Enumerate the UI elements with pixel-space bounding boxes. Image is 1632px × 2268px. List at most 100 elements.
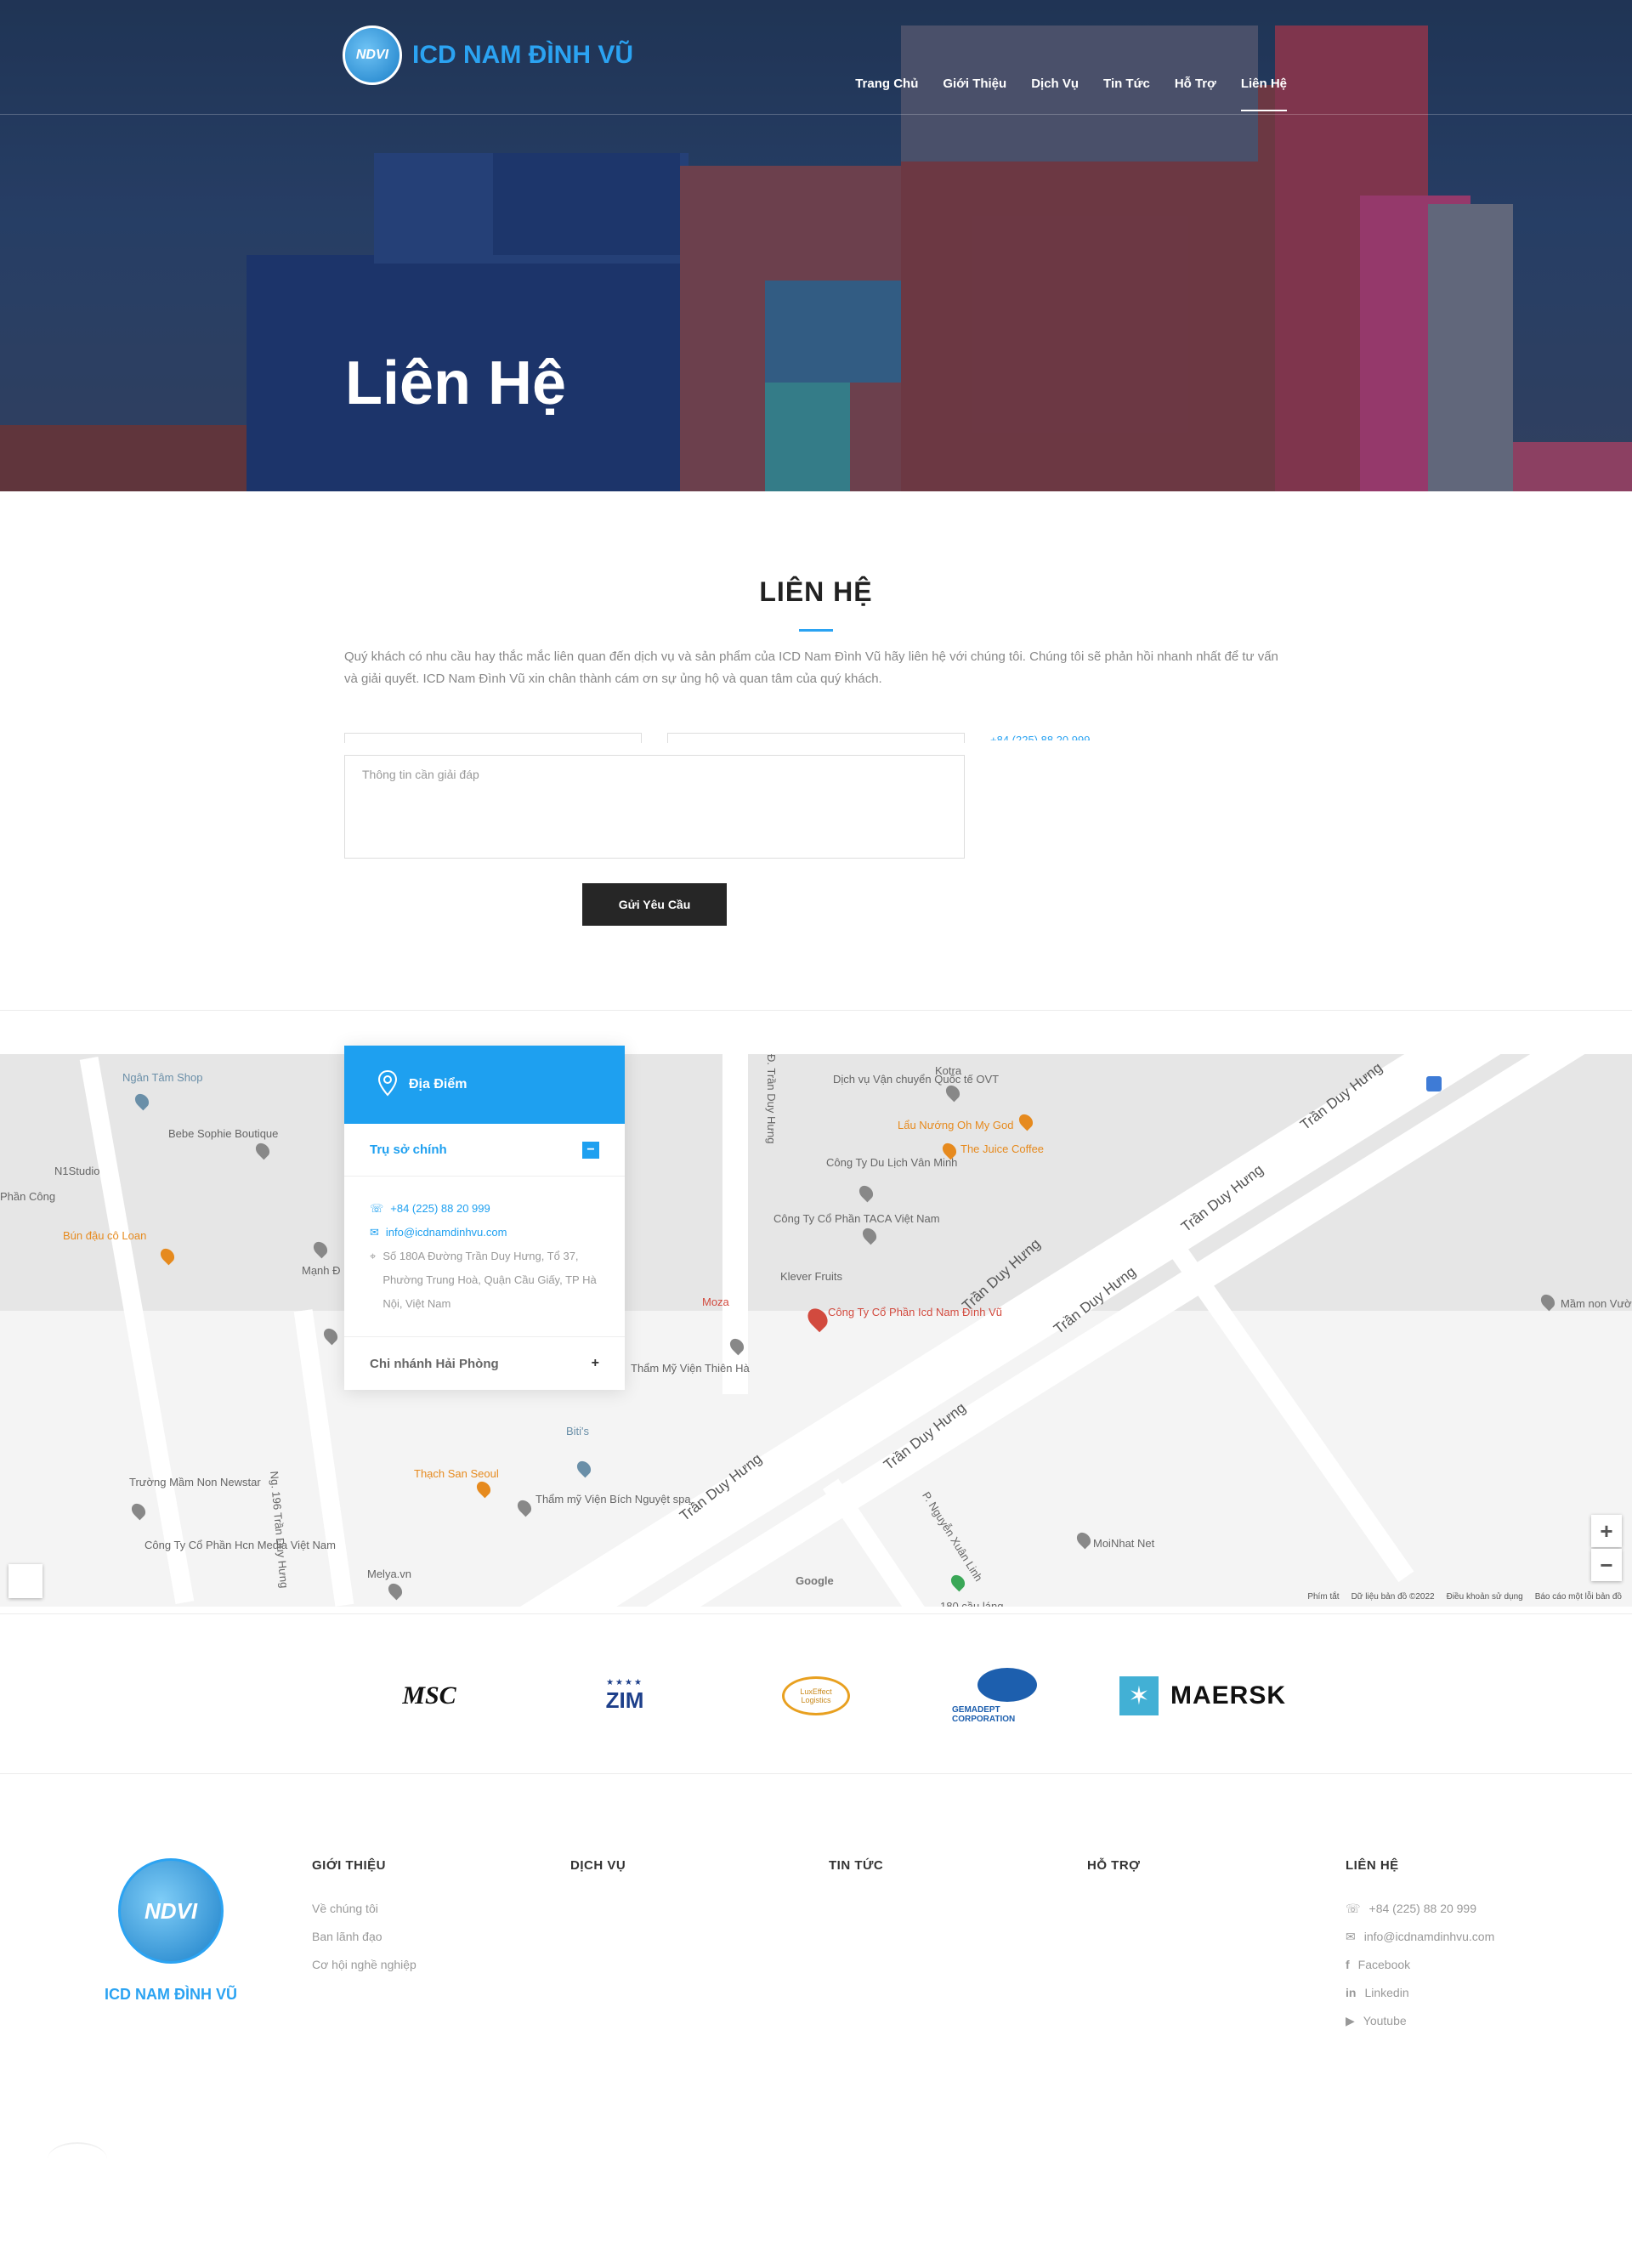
footer-email[interactable]: ✉ info@icdnamdinhvu.com <box>1346 1930 1494 1958</box>
footer-link[interactable]: Về chúng tôi <box>312 1902 416 1930</box>
map-label: Dịch vụ Vận chuyển Quốc tế OVT <box>833 1073 1000 1086</box>
map-label: Thạch San Seoul <box>414 1467 499 1480</box>
main-office-toggle[interactable]: Trụ sở chính − <box>344 1124 625 1177</box>
footer-logo-icon: NDVI <box>118 1858 224 1964</box>
map-label: Kotra <box>935 1064 962 1077</box>
collapse-icon[interactable]: − <box>582 1141 599 1159</box>
office-phone[interactable]: +84 (225) 88 20 999 <box>390 1197 490 1221</box>
email-icon: ✉ <box>370 1226 379 1239</box>
main-office-label: Trụ sở chính <box>370 1143 447 1157</box>
partner-logo-gemadept: GEMADEPT CORPORATION <box>952 1666 1062 1726</box>
office-address: Số 180A Đường Trần Duy Hưng, Tổ 37, Phườ… <box>382 1250 597 1310</box>
question-textarea[interactable]: Thông tin cần giải đáp <box>344 755 965 859</box>
footer-col-title: GIỚI THIỆU <box>312 1858 386 1873</box>
scroll-top-button[interactable] <box>48 2142 107 2176</box>
address-line: ⌖ Số 180A Đường Trần Duy Hưng, Tổ 37, Phư… <box>370 1245 599 1316</box>
map-shortcuts-link[interactable]: Phím tắt <box>1307 1592 1339 1602</box>
section-divider <box>0 1773 1632 1774</box>
map-label: Mạnh Đ <box>302 1264 341 1277</box>
section-divider <box>0 1613 1632 1614</box>
footer-col-services: DỊCH VỤ <box>570 1858 626 1902</box>
hero-title: Liên Hệ <box>345 349 567 417</box>
map-data-credit: Dữ liệu bản đồ ©2022 <box>1351 1592 1435 1602</box>
map-label: Bún đậu cô Loan <box>63 1229 147 1242</box>
site-logo[interactable]: NDVI ICD NAM ĐÌNH VŨ <box>343 26 633 85</box>
branch-toggle[interactable]: Chi nhánh Hải Phòng + <box>344 1337 625 1390</box>
office-email[interactable]: info@icdnamdinhvu.com <box>386 1221 507 1245</box>
map-label: Moza <box>702 1296 729 1308</box>
nav-item-contact[interactable]: Liên Hệ <box>1240 77 1288 111</box>
nav-item-services[interactable]: Dịch Vụ <box>1031 77 1079 91</box>
footer-link[interactable]: Ban lãnh đạo <box>312 1930 416 1958</box>
email-field[interactable] <box>667 733 965 743</box>
map-label: Công Ty Cổ Phần TACA Việt Nam <box>774 1212 940 1225</box>
footer-logo[interactable]: NDVI ICD NAM ĐÌNH VŨ <box>105 1858 237 2004</box>
branch-label: Chi nhánh Hải Phòng <box>370 1356 499 1371</box>
linkedin-icon: in <box>1346 1986 1357 1999</box>
nav-item-news[interactable]: Tin Tức <box>1103 77 1150 91</box>
map-label: Klever Fruits <box>780 1270 842 1283</box>
hero-overlay <box>0 0 1632 491</box>
name-field[interactable] <box>344 733 642 743</box>
google-logo: Google <box>796 1574 834 1587</box>
phone-icon: ☏ <box>370 1202 384 1215</box>
footer-phone[interactable]: ☏ +84 (225) 88 20 999 <box>1346 1902 1494 1930</box>
footer-linkedin[interactable]: in Linkedin <box>1346 1986 1494 2014</box>
title-underline <box>799 629 833 632</box>
partner-logo-zim: ★★★★ ZIM <box>605 1678 644 1713</box>
partner-logos: MSC ★★★★ ZIM LuxEffect Logistics GEMADEP… <box>0 1666 1632 1726</box>
partner-logo-maersk: ✶ MAERSK <box>1109 1666 1296 1726</box>
location-pin-icon <box>377 1069 399 1101</box>
map-label: Công Ty Cổ Phần Hcn Media Việt Nam <box>144 1539 336 1551</box>
gemadept-emblem-icon <box>978 1668 1037 1702</box>
footer-link[interactable]: Cơ hội nghề nghiệp <box>312 1958 416 1986</box>
map-label: Phần Công <box>0 1190 56 1203</box>
hero-banner: NDVI ICD NAM ĐÌNH VŨ Trang Chủ Giới Thiệ… <box>0 0 1632 491</box>
footer-col-contact: LIÊN HỆ ☏ +84 (225) 88 20 999 ✉ info@icdna… <box>1346 1858 1494 2042</box>
footer-col-title: TIN TỨC <box>829 1858 884 1873</box>
footer-facebook[interactable]: f Facebook <box>1346 1958 1494 1986</box>
map-report-link[interactable]: Báo cáo một lỗi bản đồ <box>1535 1592 1622 1602</box>
main-office-details: ☏ +84 (225) 88 20 999 ✉ info@icdnamdinhvu.… <box>344 1177 625 1337</box>
partner-logo-luxeffect: LuxEffect Logistics <box>778 1666 854 1726</box>
contact-phone-peek: +84 (225) 88 20 999 <box>990 734 1091 740</box>
phone-icon: ☏ <box>1346 1902 1361 1915</box>
location-panel: Địa Điểm Trụ sở chính − ☏ +84 (225) 88 20… <box>344 1046 625 1390</box>
map-label: Trường Mầm Non Newstar <box>129 1476 261 1488</box>
phone-line[interactable]: ☏ +84 (225) 88 20 999 <box>370 1197 599 1221</box>
map-label: The Juice Coffee <box>960 1143 1045 1155</box>
nav-item-support[interactable]: Hỗ Trợ <box>1175 77 1216 91</box>
facebook-icon: f <box>1346 1958 1350 1971</box>
location-panel-header: Địa Điểm <box>344 1046 625 1124</box>
map-label: Mầm non Vườ <box>1561 1297 1632 1310</box>
map-label: Melya.vn <box>367 1568 412 1580</box>
map-attribution: Phím tắt Dữ liệu bản đồ ©2022 Điều khoản… <box>1307 1592 1622 1602</box>
zoom-out-button[interactable]: − <box>1591 1549 1622 1581</box>
map-label: Lẩu Nướng Oh My God <box>898 1119 1014 1131</box>
email-line[interactable]: ✉ info@icdnamdinhvu.com <box>370 1221 599 1245</box>
submit-button[interactable]: Gửi Yêu Cầu <box>582 883 727 926</box>
map-label: Công Ty Du Lịch Vân Minh <box>826 1156 958 1169</box>
map-label: Biti's <box>566 1425 590 1437</box>
map-terms-link[interactable]: Điều khoản sử dụng <box>1447 1592 1523 1602</box>
email-icon: ✉ <box>1346 1930 1356 1943</box>
footer-col-news: TIN TỨC <box>829 1858 883 1902</box>
google-map[interactable]: Ngân Tâm Shop Bebe Sophie Boutique N1Stu… <box>0 1054 1632 1607</box>
brand-name: ICD NAM ĐÌNH VŨ <box>412 41 633 69</box>
nav-item-about[interactable]: Giới Thiệu <box>943 77 1006 91</box>
maersk-star-icon: ✶ <box>1119 1676 1159 1715</box>
expand-icon[interactable]: + <box>592 1356 599 1371</box>
map-label: N1Studio <box>54 1165 100 1177</box>
location-panel-title: Địa Điểm <box>409 1077 468 1091</box>
zoom-in-button[interactable]: + <box>1591 1515 1622 1547</box>
nav-item-home[interactable]: Trang Chủ <box>855 77 918 91</box>
map-layer-toggle[interactable] <box>8 1564 42 1598</box>
map-label: 180 cầu láng <box>940 1600 1004 1607</box>
footer-youtube[interactable]: ▶ Youtube <box>1346 2014 1494 2042</box>
footer-col-title: LIÊN HỆ <box>1346 1858 1399 1873</box>
nav-divider <box>0 114 1632 115</box>
map-label: Bebe Sophie Boutique <box>168 1127 279 1140</box>
contact-intro: Quý khách có nhu cầu hay thắc mắc liên q… <box>344 649 1278 686</box>
footer-col-title: HỖ TRỢ <box>1087 1858 1141 1873</box>
footer-col-support: HỖ TRỢ <box>1087 1858 1140 1902</box>
